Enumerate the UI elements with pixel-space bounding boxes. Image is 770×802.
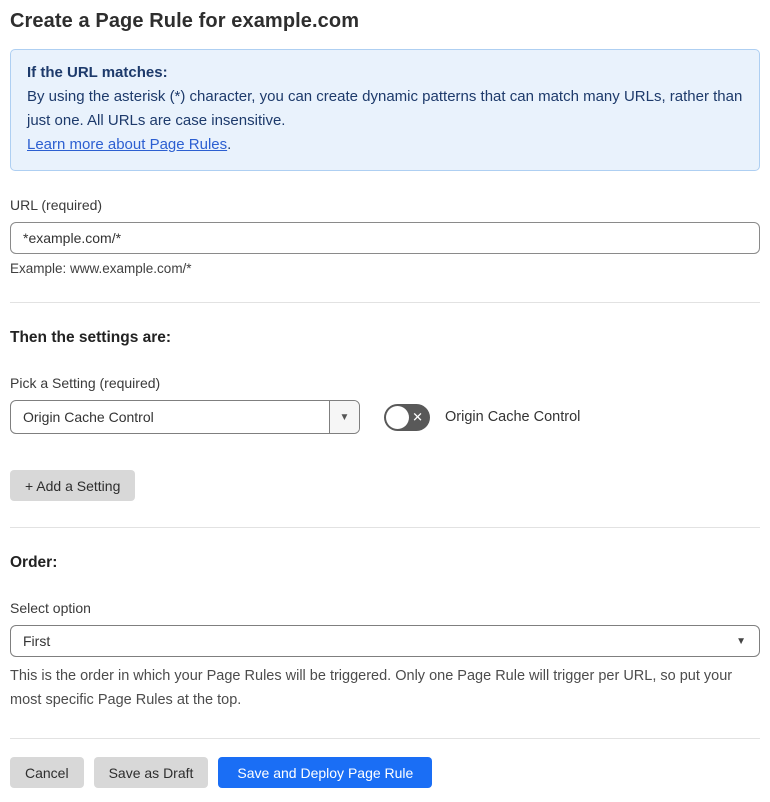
order-section: Order: Select option First ▼ This is the… — [10, 554, 760, 712]
cancel-button[interactable]: Cancel — [10, 757, 84, 788]
toggle-label: Origin Cache Control — [445, 409, 581, 425]
learn-more-link[interactable]: Learn more about Page Rules — [27, 136, 227, 153]
url-match-info-box: If the URL matches: By using the asteris… — [10, 49, 760, 171]
chevron-down-icon: ▼ — [736, 635, 746, 647]
link-suffix: . — [227, 136, 232, 153]
info-box-body: By using the asterisk (*) character, you… — [27, 88, 743, 129]
page-title: Create a Page Rule for example.com — [10, 10, 360, 32]
settings-heading: Then the settings are: — [10, 329, 172, 346]
divider — [10, 738, 760, 739]
order-select[interactable]: First ▼ — [10, 625, 760, 657]
order-heading: Order: — [10, 554, 58, 571]
footer-actions: Cancel Save as Draft Save and Deploy Pag… — [10, 757, 760, 788]
save-deploy-button[interactable]: Save and Deploy Page Rule — [218, 757, 433, 788]
create-page-rule-form: Create a Page Rule for example.com If th… — [10, 10, 760, 788]
divider — [10, 302, 760, 303]
url-input[interactable] — [10, 222, 760, 254]
pick-setting-label: Pick a Setting (required) — [10, 375, 161, 391]
info-box-link-line: Learn more about Page Rules. — [27, 133, 743, 157]
chevron-down-icon[interactable]: ▼ — [329, 401, 359, 433]
url-label: URL (required) — [10, 197, 103, 213]
add-setting-button[interactable]: + Add a Setting — [10, 470, 136, 501]
url-example-helper: Example: www.example.com/* — [10, 261, 192, 276]
order-helper-text: This is the order in which your Page Rul… — [10, 668, 733, 708]
setting-select[interactable]: Origin Cache Control ▼ — [10, 400, 360, 434]
origin-cache-control-toggle[interactable]: ✕ — [384, 403, 430, 431]
settings-section: Then the settings are: Pick a Setting (r… — [10, 329, 760, 501]
select-option-label: Select option — [10, 600, 91, 616]
toggle-knob — [386, 405, 409, 429]
url-field-group: URL (required) Example: www.example.com/… — [10, 197, 760, 276]
divider — [10, 527, 760, 528]
toggle-x-icon: ✕ — [412, 409, 423, 425]
order-select-value: First — [23, 633, 51, 649]
save-draft-button[interactable]: Save as Draft — [93, 757, 209, 788]
info-box-heading: If the URL matches: — [27, 64, 168, 81]
setting-select-value: Origin Cache Control — [23, 409, 154, 425]
setting-row: Origin Cache Control ▼ ✕ Origin Cache Co… — [10, 400, 760, 434]
